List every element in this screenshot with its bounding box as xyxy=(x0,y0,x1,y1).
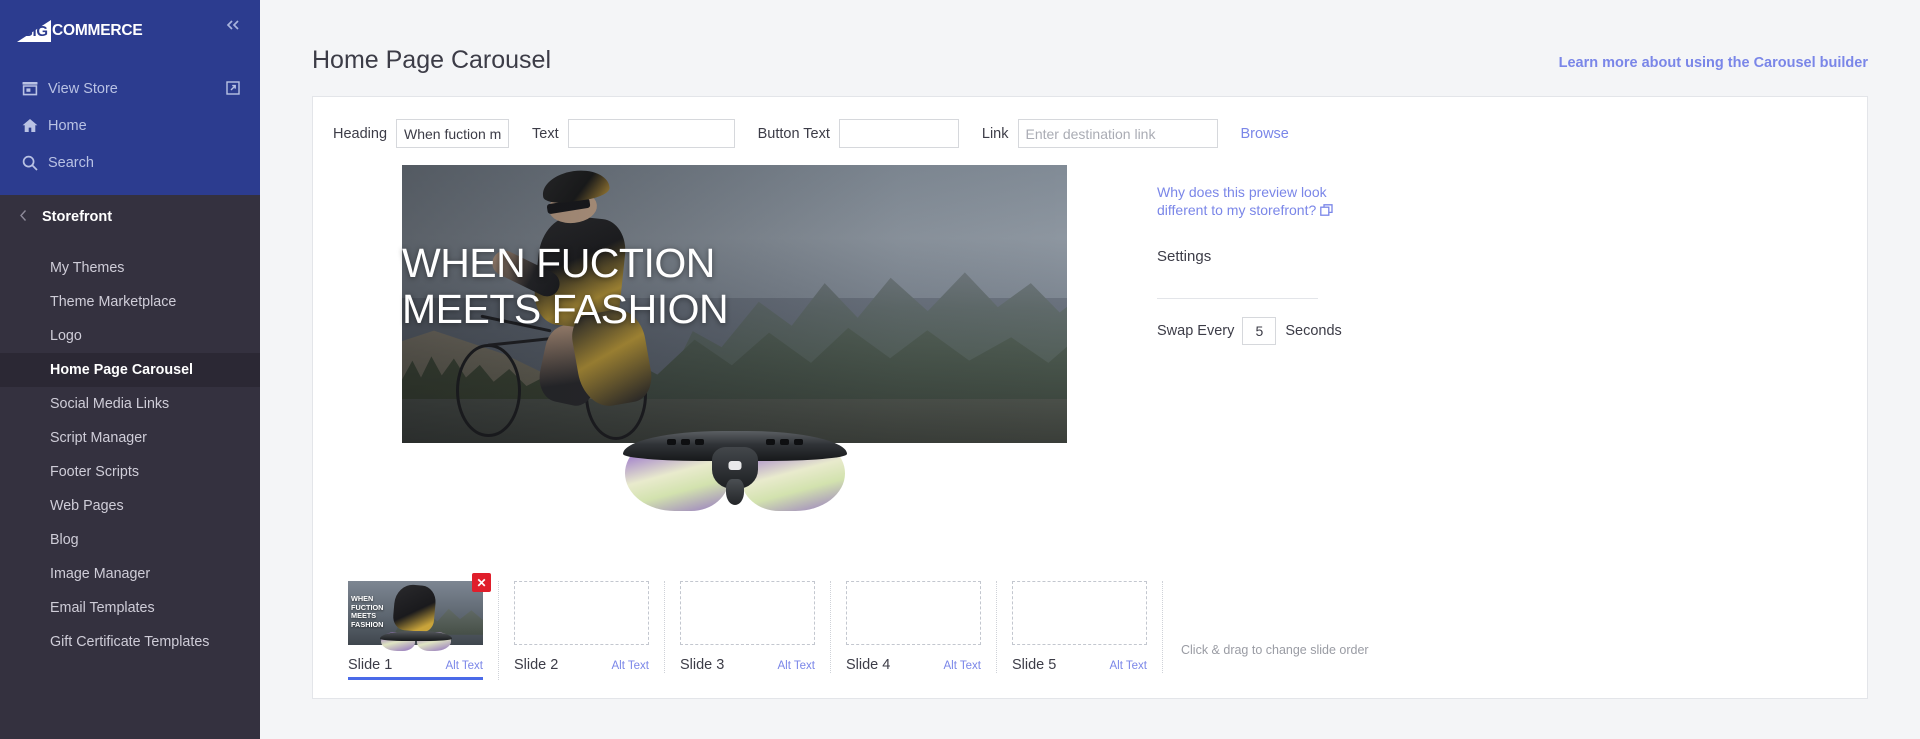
sidebar: BIG COMMERCE View Store Home Search Stor… xyxy=(0,0,260,739)
sidebar-item-search[interactable]: Search xyxy=(0,144,260,181)
preview-section: WHEN FUCTION MEETS FASHION Why does this… xyxy=(313,148,1867,511)
slide-thumbnail-4[interactable] xyxy=(846,581,981,645)
sidebar-secondary-nav: My Themes Theme Marketplace Logo Home Pa… xyxy=(0,251,260,659)
slide-strip: WHEN FUCTION MEETS FASHION ✕ Slide 1 Alt… xyxy=(333,573,1369,680)
drag-hint-text: Click & drag to change slide order xyxy=(1181,642,1369,657)
seconds-label: Seconds xyxy=(1285,322,1342,339)
slide-thumbnail-text: WHEN FUCTION MEETS FASHION xyxy=(351,594,384,629)
sidebar-primary-nav: View Store Home Search xyxy=(0,62,260,181)
search-icon xyxy=(22,155,48,171)
sidebar-item-web-pages[interactable]: Web Pages xyxy=(0,489,260,523)
slide-thumbnail-1[interactable]: WHEN FUCTION MEETS FASHION ✕ xyxy=(348,573,491,651)
sunglasses-product-image xyxy=(622,409,847,521)
button-text-label: Button Text xyxy=(757,125,830,142)
settings-label: Settings xyxy=(1157,247,1212,265)
text-label: Text xyxy=(532,125,559,142)
alt-text-link[interactable]: Alt Text xyxy=(446,660,484,672)
alt-text-link[interactable]: Alt Text xyxy=(612,660,650,672)
sidebar-item-label: View Store xyxy=(48,80,118,97)
slide-label: Slide 5 xyxy=(1012,657,1057,673)
page-header: Home Page Carousel Learn more about usin… xyxy=(260,0,1920,73)
banner-heading-text: WHEN FUCTION MEETS FASHION xyxy=(402,240,729,332)
sidebar-section-storefront[interactable]: Storefront xyxy=(0,195,260,239)
heading-input[interactable] xyxy=(396,119,510,148)
logo-commerce-text: COMMERCE xyxy=(52,22,143,40)
sidebar-item-label: Home xyxy=(48,117,87,134)
page-title: Home Page Carousel xyxy=(312,46,552,74)
sidebar-item-view-store[interactable]: View Store xyxy=(0,70,260,107)
heading-label: Heading xyxy=(333,125,388,142)
preview-settings-column: Why does this preview look different to … xyxy=(1157,165,1357,443)
sidebar-item-my-themes[interactable]: My Themes xyxy=(0,251,260,285)
external-link-icon[interactable] xyxy=(226,81,240,99)
slide-thumbnail-5[interactable] xyxy=(1012,581,1147,645)
sidebar-item-social-media-links[interactable]: Social Media Links xyxy=(0,387,260,421)
slide-label: Slide 4 xyxy=(846,657,891,673)
home-icon xyxy=(22,118,48,133)
active-slide-indicator xyxy=(348,677,483,680)
sidebar-item-home-page-carousel[interactable]: Home Page Carousel xyxy=(0,353,260,387)
text-input[interactable] xyxy=(567,119,735,148)
sidebar-item-script-manager[interactable]: Script Manager xyxy=(0,421,260,455)
slide-label: Slide 2 xyxy=(514,657,559,673)
swap-every-label: Swap Every xyxy=(1157,322,1235,339)
sidebar-item-label: Search xyxy=(48,154,94,171)
alt-text-link[interactable]: Alt Text xyxy=(944,660,982,672)
slide-item-3[interactable]: Slide 3 Alt Text xyxy=(665,581,831,673)
slide-item-4[interactable]: Slide 4 Alt Text xyxy=(831,581,997,673)
link-input[interactable] xyxy=(1017,119,1218,148)
why-preview-differs-link[interactable]: Why does this preview look different to … xyxy=(1157,184,1333,218)
carousel-builder-card: Heading Text Button Text Link Browse xyxy=(312,96,1868,699)
sidebar-item-email-templates[interactable]: Email Templates xyxy=(0,591,260,625)
sidebar-item-logo[interactable]: Logo xyxy=(0,319,260,353)
learn-more-link[interactable]: Learn more about using the Carousel buil… xyxy=(1559,55,1868,71)
bigcommerce-logo[interactable]: BIG COMMERCE xyxy=(0,0,260,62)
alt-text-link[interactable]: Alt Text xyxy=(1110,660,1148,672)
main-content: Home Page Carousel Learn more about usin… xyxy=(260,0,1920,739)
sidebar-item-image-manager[interactable]: Image Manager xyxy=(0,557,260,591)
alt-text-link[interactable]: Alt Text xyxy=(778,660,816,672)
swap-every-input[interactable] xyxy=(1242,316,1277,345)
slide-label: Slide 3 xyxy=(680,657,725,673)
sidebar-top-section: BIG COMMERCE View Store Home Search xyxy=(0,0,260,195)
link-label: Link xyxy=(981,125,1009,142)
swap-every-row: Swap Every Seconds xyxy=(1157,316,1357,345)
chevron-left-icon xyxy=(16,209,42,225)
sidebar-collapse-icon[interactable] xyxy=(225,18,242,35)
settings-divider xyxy=(1157,297,1318,299)
slide-thumbnail-3[interactable] xyxy=(680,581,815,645)
slide-fields-row: Heading Text Button Text Link Browse xyxy=(313,97,1867,148)
slide-item-5[interactable]: Slide 5 Alt Text xyxy=(997,581,1163,673)
logo-mark-icon: BIG xyxy=(17,20,51,42)
sidebar-item-gift-certificate-templates[interactable]: Gift Certificate Templates xyxy=(0,625,260,659)
sidebar-item-theme-marketplace[interactable]: Theme Marketplace xyxy=(0,285,260,319)
browse-button[interactable]: Browse xyxy=(1241,126,1289,142)
sidebar-item-home[interactable]: Home xyxy=(0,107,260,144)
app-root: BIG COMMERCE View Store Home Search Stor… xyxy=(0,0,1920,739)
why-preview-differs-text: Why does this preview look different to … xyxy=(1157,184,1327,218)
delete-slide-button[interactable]: ✕ xyxy=(472,573,491,592)
logo-big-text: BIG xyxy=(22,23,48,40)
sidebar-item-blog[interactable]: Blog xyxy=(0,523,260,557)
carousel-preview-banner: WHEN FUCTION MEETS FASHION xyxy=(402,165,1067,511)
slide-thumbnail-sunglasses xyxy=(379,626,452,653)
external-window-icon xyxy=(1320,204,1333,221)
button-text-input[interactable] xyxy=(838,119,959,148)
slide-item-2[interactable]: Slide 2 Alt Text xyxy=(499,581,665,673)
slide-item-1[interactable]: WHEN FUCTION MEETS FASHION ✕ Slide 1 Alt… xyxy=(333,573,499,680)
sidebar-item-footer-scripts[interactable]: Footer Scripts xyxy=(0,455,260,489)
slide-thumbnail-2[interactable] xyxy=(514,581,649,645)
sidebar-section-label: Storefront xyxy=(42,209,113,225)
slide-label: Slide 1 xyxy=(348,657,393,673)
store-icon xyxy=(22,81,48,96)
